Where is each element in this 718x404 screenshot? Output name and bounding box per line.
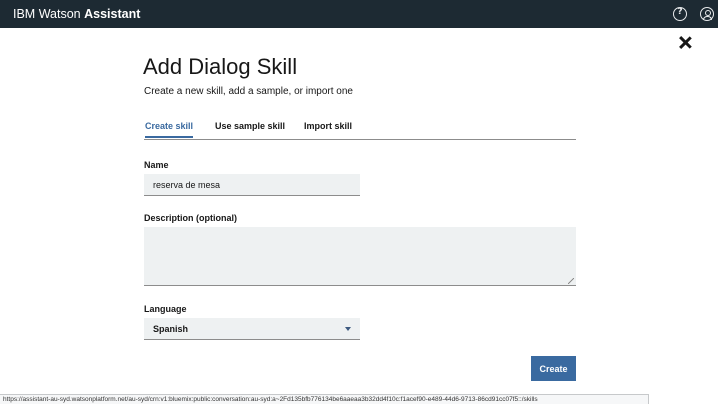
language-selected-value: Spanish bbox=[153, 324, 189, 334]
tab-import-skill[interactable]: Import skill bbox=[304, 121, 352, 138]
status-url: https://assistant-au-syd.watsonplatform.… bbox=[3, 396, 538, 403]
brand-prefix: IBM Watson bbox=[13, 7, 81, 21]
tab-create-skill[interactable]: Create skill bbox=[145, 121, 194, 138]
name-field[interactable]: reserva de mesa bbox=[144, 174, 360, 196]
help-icon[interactable] bbox=[673, 7, 687, 21]
brand-product: Assistant bbox=[84, 7, 141, 21]
create-button[interactable]: Create bbox=[531, 356, 576, 381]
close-icon[interactable] bbox=[678, 36, 691, 49]
language-label: Language bbox=[144, 304, 187, 314]
top-navigation-bar: IBM Watson Assistant bbox=[0, 0, 718, 28]
page-title: Add Dialog Skill bbox=[143, 54, 298, 79]
app-brand[interactable]: IBM Watson Assistant bbox=[13, 7, 140, 21]
resize-handle[interactable] bbox=[568, 278, 574, 284]
description-field[interactable] bbox=[144, 227, 576, 286]
page-subtitle: Create a new skill, add a sample, or imp… bbox=[144, 86, 353, 97]
browser-status-bar: https://assistant-au-syd.watsonplatform.… bbox=[0, 394, 649, 404]
tab-use-sample-skill[interactable]: Use sample skill bbox=[215, 121, 285, 138]
name-label: Name bbox=[144, 160, 169, 170]
skill-tabs: Create skill Use sample skill Import ski… bbox=[144, 121, 576, 140]
language-select[interactable]: Spanish bbox=[144, 318, 360, 340]
chevron-down-icon bbox=[345, 327, 351, 331]
description-label: Description (optional) bbox=[144, 213, 237, 223]
user-icon[interactable] bbox=[700, 7, 714, 21]
